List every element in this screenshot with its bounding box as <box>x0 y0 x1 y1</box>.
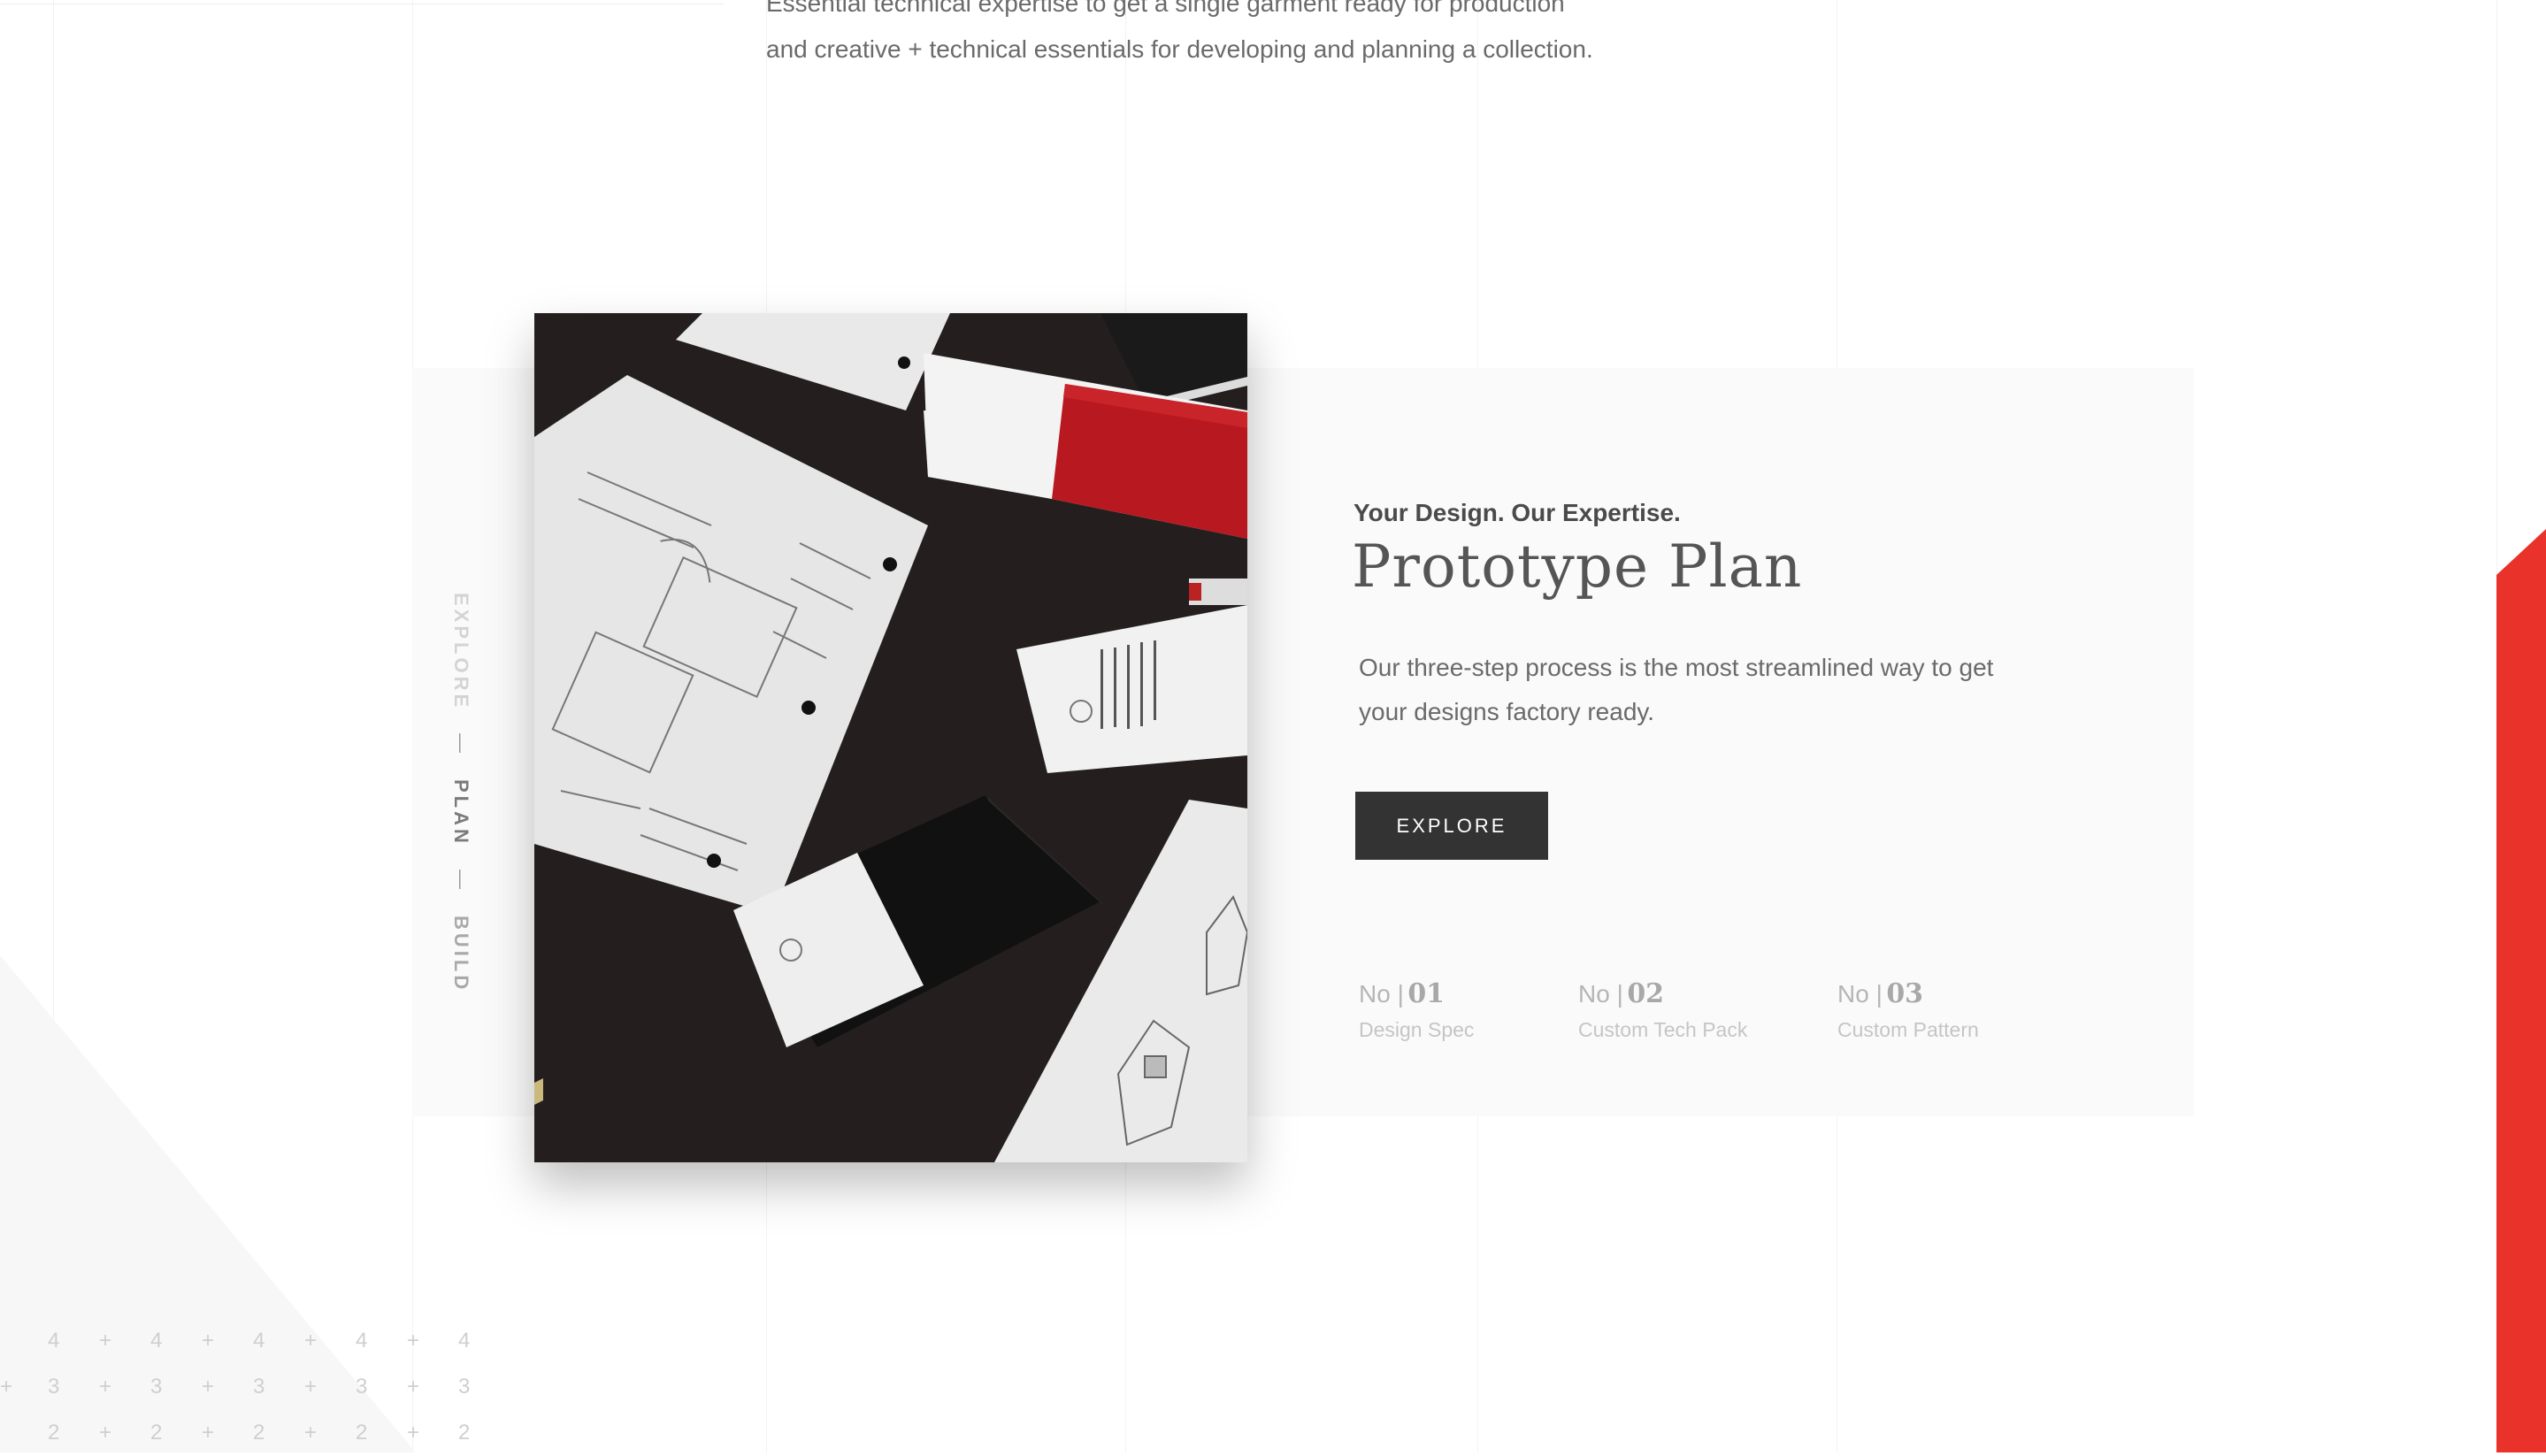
grid-marker: + <box>407 1375 420 1399</box>
grid-marker: + <box>99 1375 112 1399</box>
step-label: Design Spec <box>1359 1018 1475 1041</box>
step-item[interactable]: No | 01 Design Spec <box>1359 978 1474 1042</box>
grid-number: 2 <box>48 1421 60 1445</box>
grid-marker: + <box>304 1421 318 1445</box>
step-item[interactable]: No | 03 Custom Pattern <box>1837 978 1979 1042</box>
grid-number: 2 <box>458 1421 471 1445</box>
step-prefix: No | <box>1359 980 1404 1008</box>
grid-number: 4 <box>150 1329 163 1353</box>
grid-marker: + <box>202 1421 215 1445</box>
side-nav-separator: — <box>450 733 472 757</box>
side-nav-explore[interactable]: EXPLORE <box>449 593 472 710</box>
grid-marker: + <box>202 1329 215 1353</box>
grid-number: 2 <box>253 1421 265 1445</box>
intro-line-2: and creative + technical essentials for … <box>766 35 1593 63</box>
grid-marker: + <box>304 1329 318 1353</box>
intro-text: Essential technical expertise to get a s… <box>766 0 1651 73</box>
grid-number: 2 <box>150 1421 163 1445</box>
grid-number: 4 <box>356 1329 368 1353</box>
side-nav: EXPLORE — PLAN — BUILD <box>449 593 485 992</box>
step-label: Custom Pattern <box>1837 1018 1979 1041</box>
grid-marker: + <box>202 1375 215 1399</box>
grid-marker: + <box>0 1375 13 1399</box>
red-accent-shape <box>2496 529 2546 1452</box>
grid-marker: + <box>99 1421 112 1445</box>
explore-button[interactable]: EXPLORE <box>1355 792 1548 860</box>
grid-number: 2 <box>356 1421 368 1445</box>
grid-number: 4 <box>253 1329 265 1353</box>
grid-number: 4 <box>458 1329 471 1353</box>
side-nav-plan[interactable]: PLAN <box>449 779 472 847</box>
grid-marker: + <box>99 1329 112 1353</box>
step-number: 02 <box>1627 978 1665 1009</box>
section-eyebrow: Your Design. Our Expertise. <box>1354 499 1681 526</box>
step-prefix: No | <box>1578 980 1623 1008</box>
page-title: Prototype Plan <box>1352 533 1803 601</box>
grid-number: 4 <box>48 1329 60 1353</box>
grid-number: 3 <box>48 1375 60 1399</box>
step-number: 01 <box>1407 978 1446 1009</box>
grid-number: 3 <box>150 1375 163 1399</box>
grid-marker: + <box>407 1421 420 1445</box>
grid-number: 3 <box>356 1375 368 1399</box>
step-item[interactable]: No | 02 Custom Tech Pack <box>1578 978 1747 1042</box>
intro-line-1: Essential technical expertise to get a s… <box>766 0 1565 17</box>
side-nav-separator: — <box>450 870 472 893</box>
side-nav-build[interactable]: BUILD <box>449 916 472 992</box>
grid-marker: + <box>304 1375 318 1399</box>
grid-marker: + <box>407 1329 420 1353</box>
step-prefix: No | <box>1837 980 1883 1008</box>
grid-number: 3 <box>458 1375 471 1399</box>
step-number: 03 <box>1886 978 1924 1009</box>
prototype-photo <box>534 313 1247 1162</box>
step-label: Custom Tech Pack <box>1578 1018 1748 1041</box>
section-description: Our three-step process is the most strea… <box>1359 654 1994 725</box>
grid-number: 3 <box>253 1375 265 1399</box>
